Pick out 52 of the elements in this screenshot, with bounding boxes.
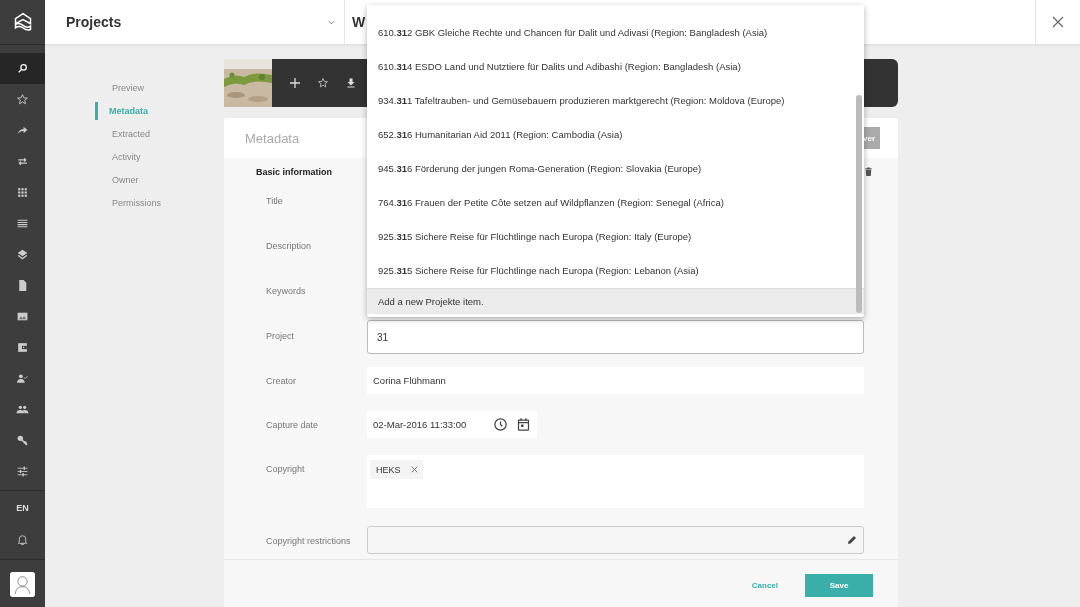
field-label: Capture date bbox=[266, 419, 320, 430]
section-title: Basic information bbox=[256, 166, 332, 177]
swap-icon bbox=[16, 155, 29, 168]
close-icon bbox=[1052, 16, 1064, 28]
field-label: Copyright restrictions bbox=[266, 535, 352, 546]
card-title: Metadata bbox=[245, 130, 300, 146]
field-label: Project bbox=[266, 330, 295, 341]
dropdown-option[interactable]: 925.315 Sichere Reise für Flüchtlinge nach Europa (Region: Italy (Europe) bbox=[367, 219, 864, 253]
trash-icon[interactable] bbox=[863, 166, 874, 177]
text-field[interactable]: Corina Flühmann bbox=[367, 367, 864, 394]
key-icon bbox=[16, 434, 29, 447]
person-check-icon bbox=[16, 372, 29, 385]
star-icon bbox=[16, 93, 29, 106]
date-field[interactable]: 02-Mar-2016 11:33:00 bbox=[367, 411, 537, 438]
bell-icon[interactable] bbox=[16, 533, 29, 546]
star-icon bbox=[316, 77, 329, 89]
header-title: W bbox=[352, 14, 367, 30]
tags-field[interactable]: HEKS bbox=[367, 455, 864, 508]
header-title: Projects bbox=[66, 14, 122, 30]
pencil-icon[interactable] bbox=[846, 534, 858, 546]
logo-icon bbox=[12, 12, 33, 32]
rail-item[interactable] bbox=[0, 53, 45, 84]
dropdown-option[interactable]: 610.312 GBK Gleiche Rechte und Chancen für Dalit und Adivasi (Region: Bangladesh (Asia) bbox=[367, 15, 864, 49]
apps-icon bbox=[16, 186, 29, 199]
restrictions-field[interactable] bbox=[367, 526, 864, 554]
language-code[interactable]: EN bbox=[16, 491, 29, 525]
add-item-option[interactable]: Add a new Projekte item. bbox=[367, 288, 864, 314]
dropdown-option[interactable]: 945.316 Förderung der jungen Roma-Generation (Region: Slovakia (Europe) bbox=[367, 151, 864, 185]
clock-icon[interactable] bbox=[493, 417, 508, 432]
people-icon bbox=[16, 403, 29, 416]
project-field[interactable]: 31 bbox=[367, 320, 864, 354]
dropdown-option[interactable]: 764.316 Frauen der Petite Côte setzen auf Wildpflanzen (Region: Senegal (Africa) bbox=[367, 185, 864, 219]
wallet-icon bbox=[16, 341, 29, 354]
file-icon bbox=[16, 279, 29, 292]
scrollbar[interactable] bbox=[856, 95, 862, 313]
dropdown-option[interactable]: 925.315 Sichere Reise für Flüchtlinge nach Europa (Region: Lebanon (Asia) bbox=[367, 253, 864, 287]
close-icon[interactable] bbox=[410, 466, 418, 473]
tag-chip[interactable]: HEKS bbox=[370, 460, 423, 479]
tune-icon bbox=[16, 465, 29, 478]
dropdown-option[interactable]: 610.314 ESDO Land und Nutztiere für Dalits und Adibashi (Region: Bangladesh (Asia) bbox=[367, 49, 864, 83]
field-label: Description bbox=[266, 240, 313, 251]
field-label: Title bbox=[266, 195, 284, 206]
image-icon bbox=[16, 310, 29, 323]
dropdown-option[interactable]: 934.311 Tafeltrauben- und Gemüsebauern produzieren marktgerecht (Region: Moldova (Europe) bbox=[367, 83, 864, 117]
plus-icon bbox=[288, 77, 301, 89]
field-label: Creator bbox=[266, 375, 297, 386]
field-label: Copyright bbox=[266, 463, 306, 474]
list-icon bbox=[16, 217, 29, 230]
field-label: Keywords bbox=[266, 285, 307, 296]
calendar-icon[interactable] bbox=[516, 417, 531, 432]
search-icon bbox=[16, 62, 29, 75]
layers-icon bbox=[16, 248, 29, 261]
